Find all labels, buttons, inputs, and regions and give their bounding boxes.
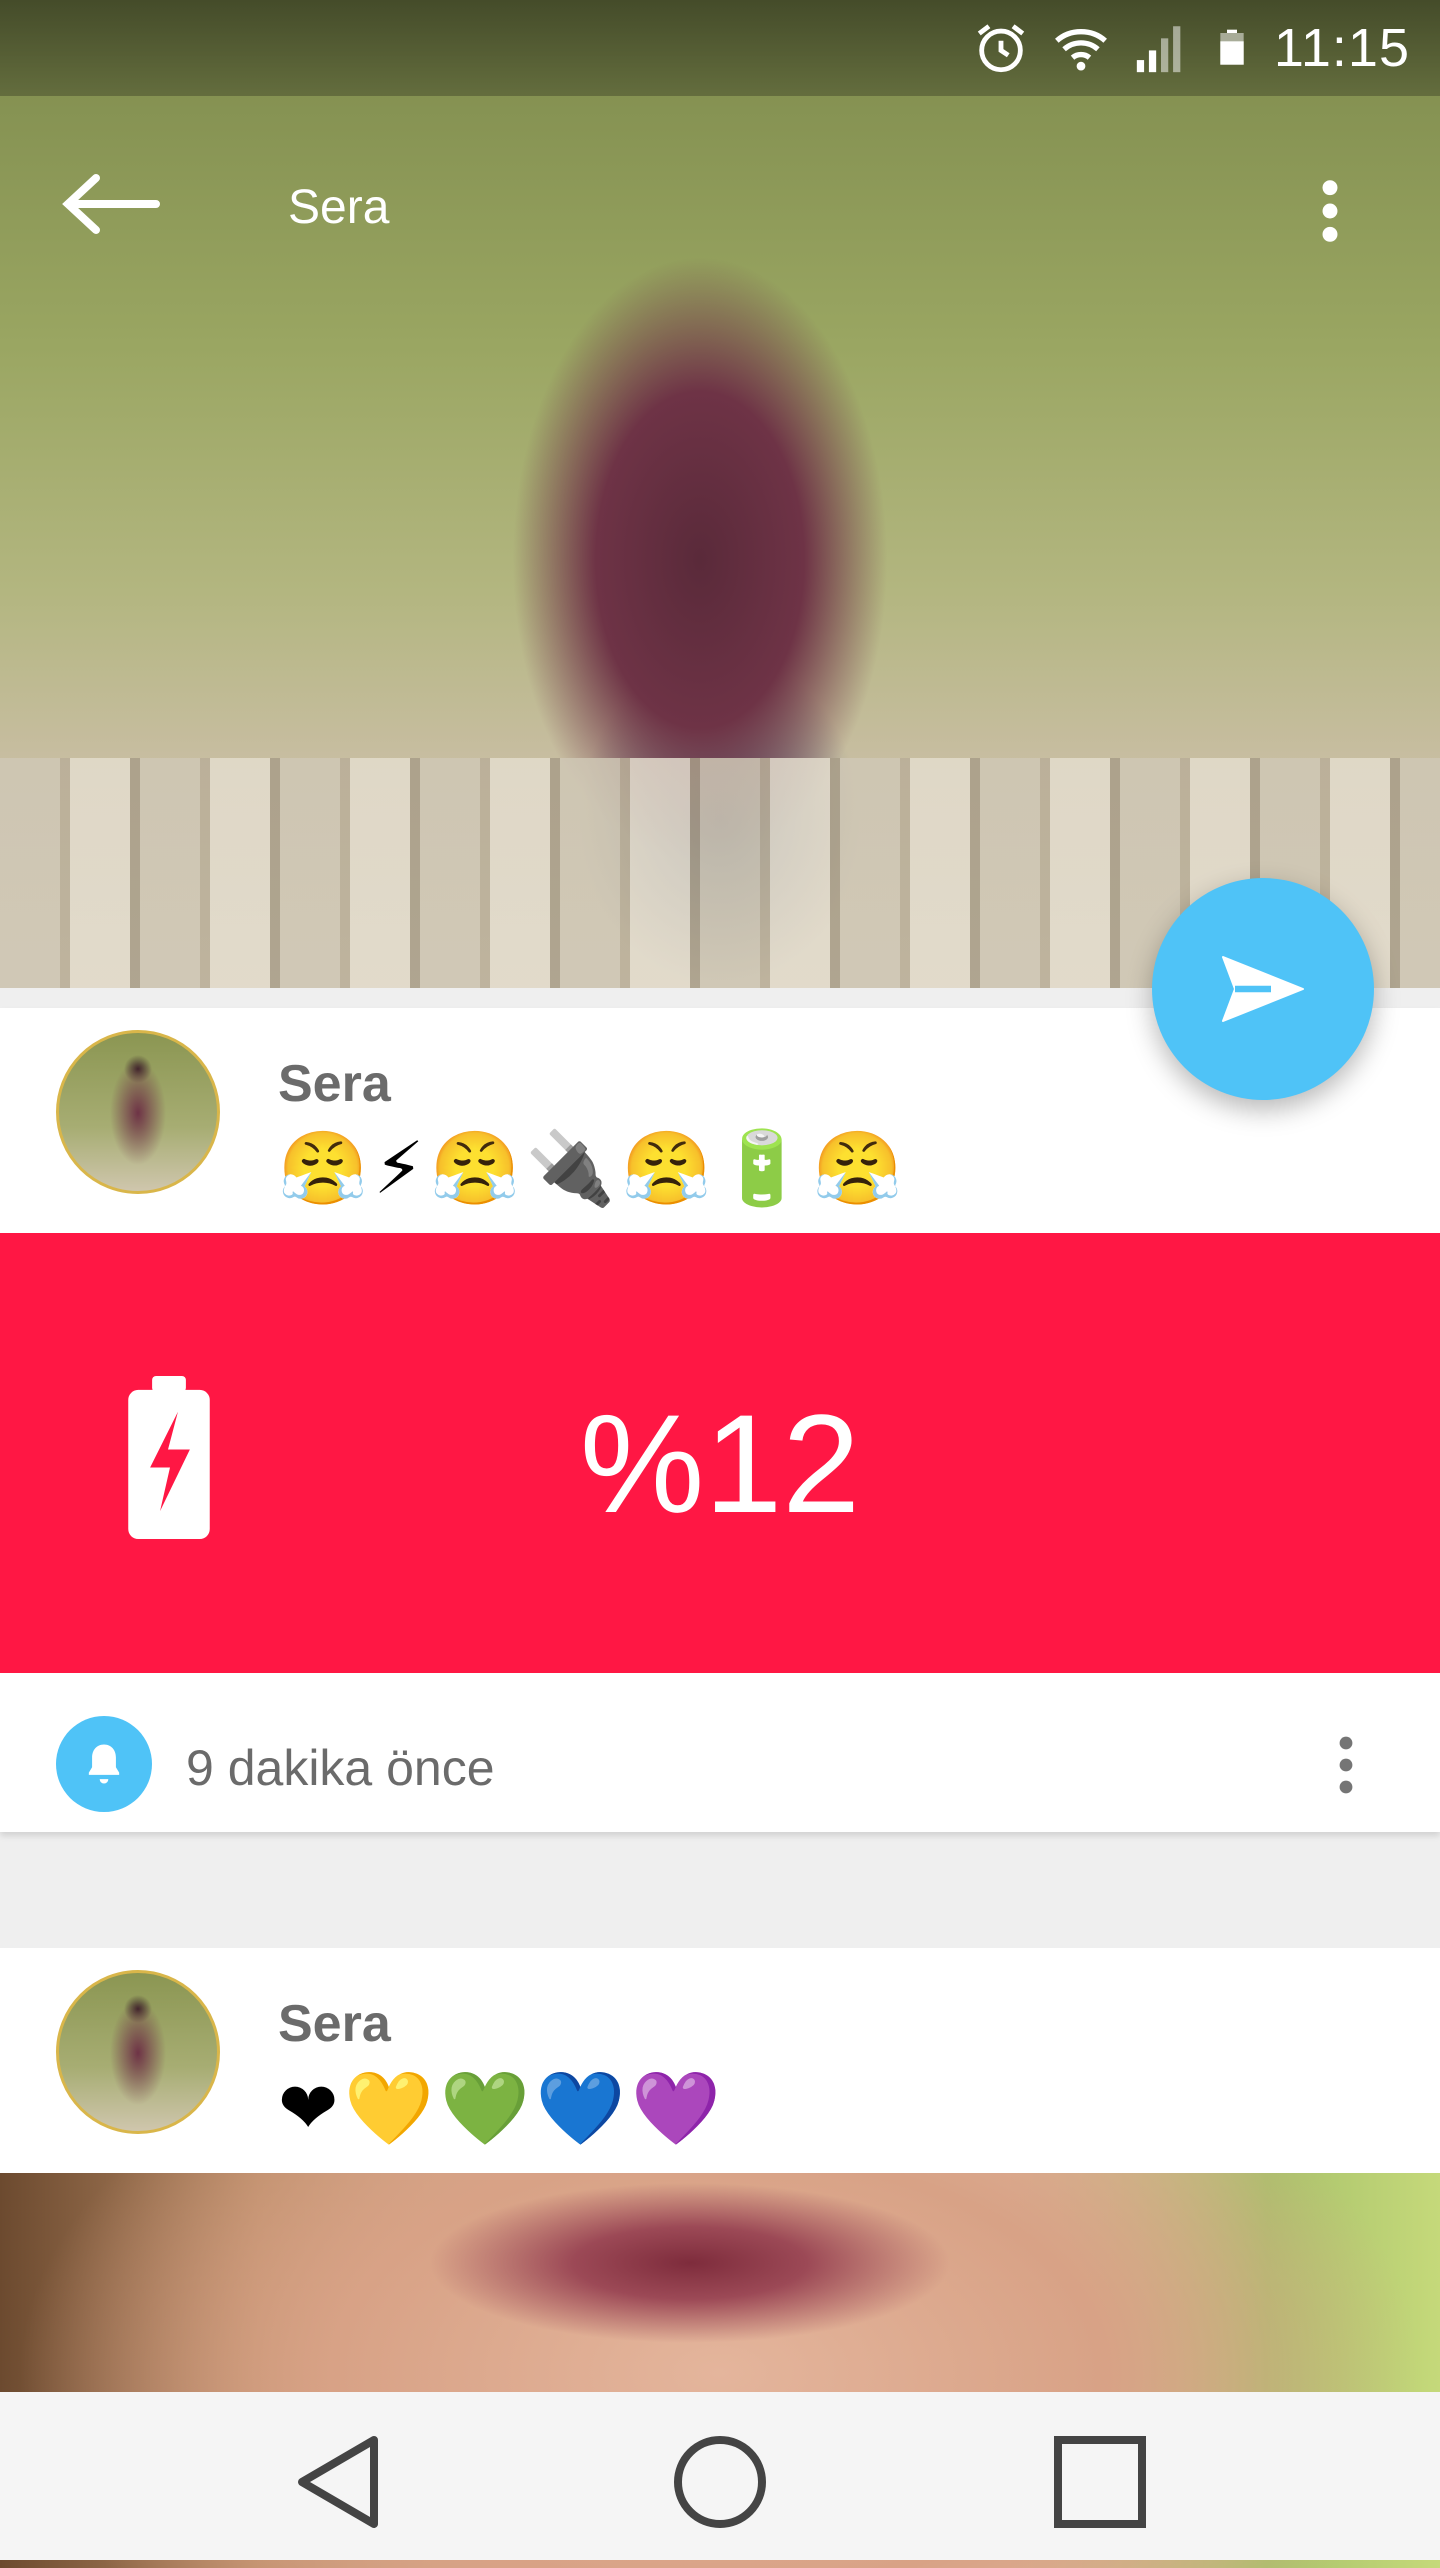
battery-percentage: %12 xyxy=(579,1385,861,1542)
toolbar-title: Sera xyxy=(288,181,390,234)
post-emoji-text: ❤💛💚💙💜 xyxy=(278,2066,727,2150)
status-bar: 11:15 xyxy=(0,0,1440,96)
author-name[interactable]: Sera xyxy=(278,1994,391,2054)
bell-icon xyxy=(56,1716,152,1812)
alarm-icon xyxy=(977,24,1025,73)
more-vert-icon[interactable] xyxy=(1334,1735,1358,1795)
post-time: 9 dakika önce xyxy=(186,1740,495,1796)
author-name[interactable]: Sera xyxy=(278,1054,391,1114)
send-button[interactable] xyxy=(1152,878,1374,1100)
post-footer: 9 dakika önce xyxy=(0,1673,1440,1832)
status-time: 11:15 xyxy=(1273,18,1410,78)
system-nav-bar xyxy=(0,2392,1440,2560)
toolbar: Sera xyxy=(0,96,1440,320)
more-vert-icon[interactable] xyxy=(1305,176,1355,246)
avatar[interactable] xyxy=(56,1970,220,2134)
arrow-back-icon[interactable] xyxy=(60,172,160,236)
post-card: Sera 😤⚡😤🔌😤🔋😤 %12 9 dakika önce xyxy=(0,1008,1440,1832)
home-circle-icon[interactable] xyxy=(670,2432,770,2532)
back-triangle-icon[interactable] xyxy=(290,2432,390,2532)
battery-banner[interactable]: %12 xyxy=(0,1233,1440,1673)
send-icon xyxy=(1222,956,1304,1022)
battery-icon xyxy=(1220,29,1244,65)
post-emoji-text: 😤⚡😤🔌😤🔋😤 xyxy=(278,1126,909,1210)
recents-square-icon[interactable] xyxy=(1050,2432,1150,2532)
signal-icon xyxy=(1136,26,1181,73)
wifi-icon xyxy=(1054,29,1107,71)
avatar[interactable] xyxy=(56,1030,220,1194)
